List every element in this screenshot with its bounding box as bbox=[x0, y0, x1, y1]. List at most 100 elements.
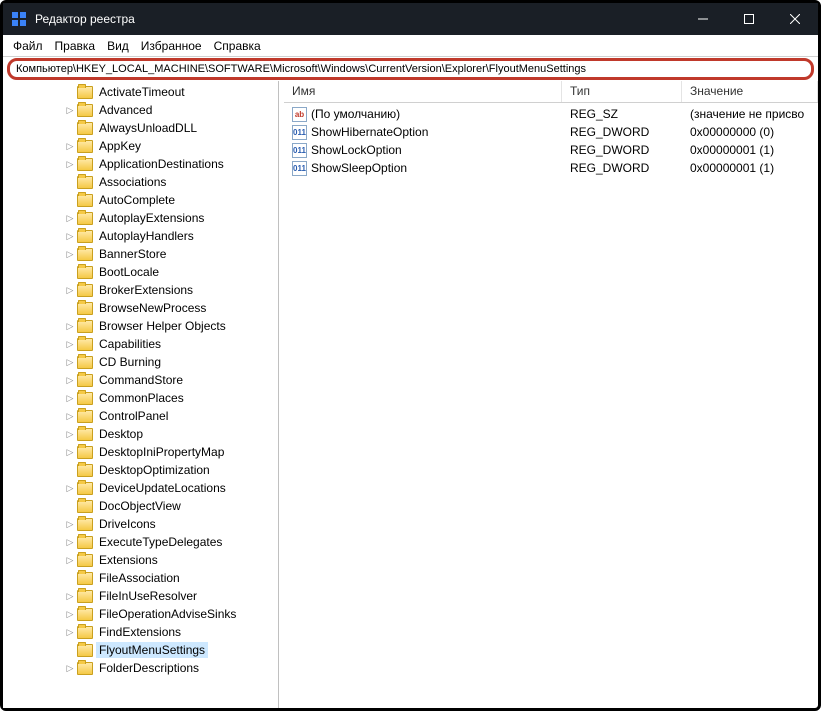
tree-item[interactable]: AutoComplete bbox=[3, 191, 278, 209]
tree-item[interactable]: ▷BannerStore bbox=[3, 245, 278, 263]
folder-icon bbox=[77, 500, 93, 513]
chevron-right-icon[interactable]: ▷ bbox=[63, 661, 77, 675]
value-name: (По умолчанию) bbox=[311, 107, 400, 121]
list-row[interactable]: 011ShowHibernateOptionREG_DWORD0x0000000… bbox=[284, 123, 818, 141]
chevron-right-icon[interactable]: ▷ bbox=[63, 481, 77, 495]
tree-item[interactable]: ▷Advanced bbox=[3, 101, 278, 119]
tree-item[interactable]: ▷Desktop bbox=[3, 425, 278, 443]
list-body[interactable]: ab(По умолчанию)REG_SZ(значение не присв… bbox=[284, 103, 818, 708]
tree-item[interactable]: ▷AutoplayExtensions bbox=[3, 209, 278, 227]
value-type: REG_SZ bbox=[562, 107, 682, 121]
chevron-right-icon[interactable]: ▷ bbox=[63, 319, 77, 333]
tree-item-label: AutoComplete bbox=[96, 192, 178, 208]
chevron-right-icon[interactable]: ▷ bbox=[63, 391, 77, 405]
tree-item-label: Extensions bbox=[96, 552, 161, 568]
list-header: Имя Тип Значение bbox=[284, 81, 818, 103]
minimize-button[interactable] bbox=[680, 3, 726, 35]
tree-item[interactable]: FileAssociation bbox=[3, 569, 278, 587]
tree-item[interactable]: DocObjectView bbox=[3, 497, 278, 515]
tree-item[interactable]: ▷ ApplicationDestinations bbox=[3, 155, 278, 173]
menu-help[interactable]: Справка bbox=[208, 37, 267, 55]
tree-item[interactable]: ▷ CD Burning bbox=[3, 353, 278, 371]
tree-item[interactable]: BrowseNewProcess bbox=[3, 299, 278, 317]
tree-item[interactable]: ▷FileInUseResolver bbox=[3, 587, 278, 605]
tree-item[interactable]: Associations bbox=[3, 173, 278, 191]
folder-icon bbox=[77, 608, 93, 621]
chevron-right-icon[interactable]: ▷ bbox=[63, 445, 77, 459]
chevron-right-icon[interactable]: ▷ bbox=[63, 103, 77, 117]
tree-item[interactable]: ActivateTimeout bbox=[3, 83, 278, 101]
tree-item[interactable]: ▷FolderDescriptions bbox=[3, 659, 278, 677]
menu-file[interactable]: Файл bbox=[7, 37, 49, 55]
tree-item[interactable]: ▷ ExecuteTypeDelegates bbox=[3, 533, 278, 551]
chevron-right-icon[interactable]: ▷ bbox=[63, 139, 77, 153]
tree-pane[interactable]: ActivateTimeout▷AdvancedAlwaysUnloadDLL▷… bbox=[3, 81, 279, 708]
tree-item[interactable]: ▷Browser Helper Objects bbox=[3, 317, 278, 335]
tree-item[interactable]: BootLocale bbox=[3, 263, 278, 281]
list-row[interactable]: 011ShowSleepOptionREG_DWORD0x00000001 (1… bbox=[284, 159, 818, 177]
chevron-right-icon[interactable]: ▷ bbox=[63, 283, 77, 297]
maximize-button[interactable] bbox=[726, 3, 772, 35]
tree-item[interactable]: ▷ControlPanel bbox=[3, 407, 278, 425]
titlebar[interactable]: Редактор реестра bbox=[3, 3, 818, 35]
menu-favorites[interactable]: Избранное bbox=[135, 37, 208, 55]
chevron-right-icon[interactable]: ▷ bbox=[63, 211, 77, 225]
tree-item-label: CD Burning bbox=[96, 354, 164, 370]
chevron-none bbox=[63, 571, 77, 585]
chevron-right-icon[interactable]: ▷ bbox=[63, 247, 77, 261]
chevron-right-icon[interactable]: ▷ bbox=[63, 427, 77, 441]
tree-item[interactable]: ▷FileOperationAdviseSinks bbox=[3, 605, 278, 623]
chevron-right-icon[interactable]: ▷ bbox=[63, 607, 77, 621]
tree-item[interactable]: ▷Capabilities bbox=[3, 335, 278, 353]
tree-item[interactable]: AlwaysUnloadDLL bbox=[3, 119, 278, 137]
tree-item[interactable]: ▷CommonPlaces bbox=[3, 389, 278, 407]
folder-icon bbox=[77, 230, 93, 243]
chevron-right-icon[interactable]: ▷ bbox=[63, 373, 77, 387]
list-row[interactable]: 011ShowLockOptionREG_DWORD0x00000001 (1) bbox=[284, 141, 818, 159]
chevron-right-icon[interactable]: ▷ bbox=[63, 553, 77, 567]
chevron-right-icon[interactable]: ▷ bbox=[63, 355, 77, 369]
menu-edit[interactable]: Правка bbox=[49, 37, 102, 55]
tree-item[interactable]: FlyoutMenuSettings bbox=[3, 641, 278, 659]
chevron-right-icon[interactable]: ▷ bbox=[63, 517, 77, 531]
folder-icon bbox=[77, 320, 93, 333]
binary-value-icon: 011 bbox=[292, 161, 307, 176]
tree-item-label: DocObjectView bbox=[96, 498, 184, 514]
tree-item[interactable]: ▷CommandStore bbox=[3, 371, 278, 389]
chevron-none bbox=[63, 643, 77, 657]
tree-item[interactable]: ▷BrokerExtensions bbox=[3, 281, 278, 299]
tree-item[interactable]: ▷AppKey bbox=[3, 137, 278, 155]
tree-item[interactable]: ▷AutoplayHandlers bbox=[3, 227, 278, 245]
tree-item[interactable]: ▷DriveIcons bbox=[3, 515, 278, 533]
app-icon bbox=[11, 11, 27, 27]
folder-icon bbox=[77, 338, 93, 351]
chevron-right-icon[interactable]: ▷ bbox=[63, 589, 77, 603]
chevron-right-icon[interactable]: ▷ bbox=[63, 535, 77, 549]
tree-item-label: ApplicationDestinations bbox=[96, 156, 227, 172]
column-header-type[interactable]: Тип bbox=[562, 81, 682, 102]
tree-item[interactable]: ▷DeviceUpdateLocations bbox=[3, 479, 278, 497]
folder-icon bbox=[77, 140, 93, 153]
tree-item-label: ExecuteTypeDelegates bbox=[96, 534, 225, 550]
chevron-right-icon[interactable]: ▷ bbox=[63, 229, 77, 243]
tree-item-label: DesktopOptimization bbox=[96, 462, 213, 478]
address-input[interactable]: Компьютер\HKEY_LOCAL_MACHINE\SOFTWARE\Mi… bbox=[7, 58, 814, 80]
chevron-right-icon[interactable]: ▷ bbox=[63, 409, 77, 423]
folder-icon bbox=[77, 212, 93, 225]
chevron-right-icon[interactable]: ▷ bbox=[63, 157, 77, 171]
folder-icon bbox=[77, 158, 93, 171]
chevron-right-icon[interactable]: ▷ bbox=[63, 625, 77, 639]
close-button[interactable] bbox=[772, 3, 818, 35]
tree-item-label: BrowseNewProcess bbox=[96, 300, 209, 316]
tree-item[interactable]: ▷ Extensions bbox=[3, 551, 278, 569]
tree-item-label: FindExtensions bbox=[96, 624, 184, 640]
binary-value-icon: 011 bbox=[292, 143, 307, 158]
tree-item[interactable]: DesktopOptimization bbox=[3, 461, 278, 479]
menu-view[interactable]: Вид bbox=[101, 37, 135, 55]
chevron-right-icon[interactable]: ▷ bbox=[63, 337, 77, 351]
list-row[interactable]: ab(По умолчанию)REG_SZ(значение не присв… bbox=[284, 105, 818, 123]
tree-item[interactable]: ▷DesktopIniPropertyMap bbox=[3, 443, 278, 461]
tree-item[interactable]: ▷ FindExtensions bbox=[3, 623, 278, 641]
column-header-value[interactable]: Значение bbox=[682, 81, 818, 102]
column-header-name[interactable]: Имя bbox=[284, 81, 562, 102]
